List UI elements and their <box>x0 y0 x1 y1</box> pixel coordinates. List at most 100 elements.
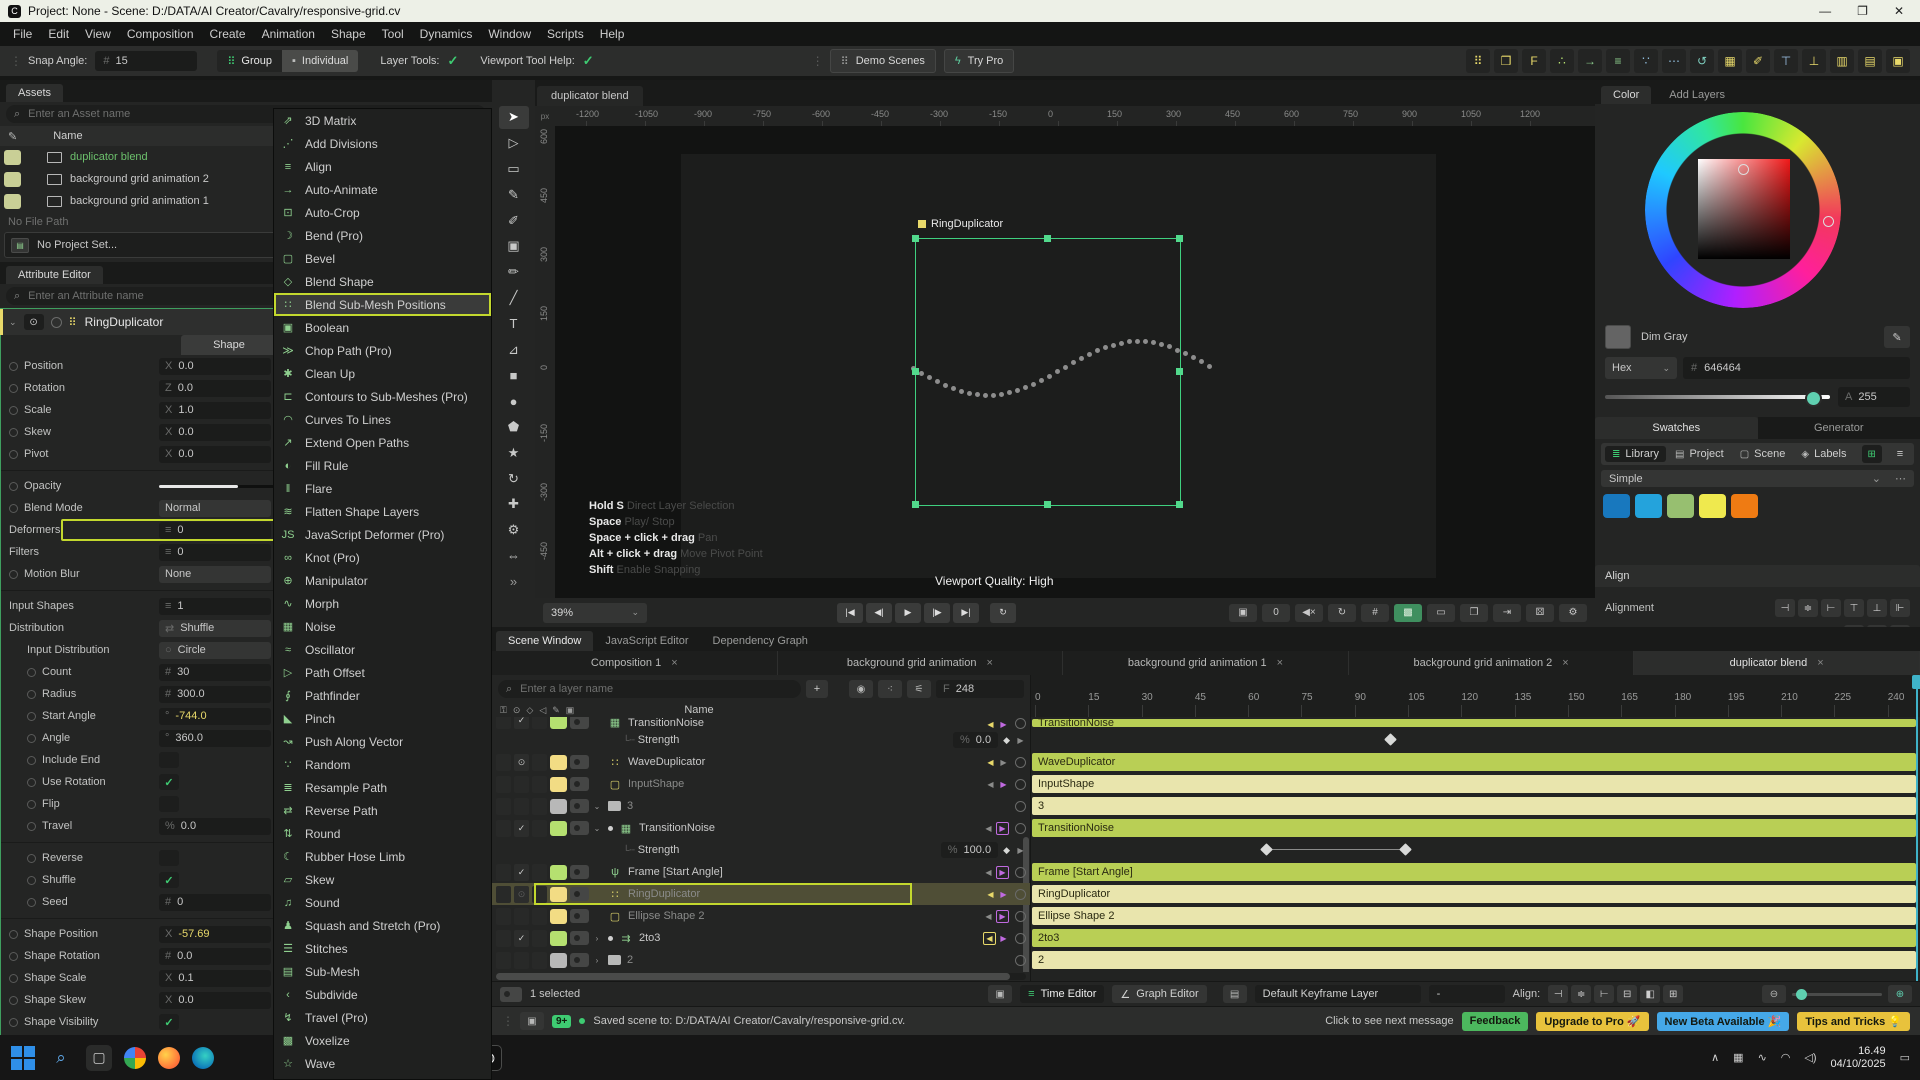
keyframe-dot[interactable] <box>27 778 36 787</box>
close-icon[interactable]: × <box>1277 657 1283 669</box>
shape-tab[interactable]: Shape <box>181 335 277 355</box>
comp-tab-composition-1[interactable]: Composition 1× <box>492 651 778 675</box>
swatches-tab[interactable]: Swatches <box>1595 417 1758 439</box>
keyframe-dot[interactable] <box>27 898 36 907</box>
menu-item-noise[interactable]: ▦Noise <box>274 615 491 638</box>
property-value-field[interactable]: %100.0 <box>941 842 998 858</box>
menu-item-rubber-hose-limb[interactable]: ☾Rubber Hose Limb <box>274 845 491 868</box>
timeline-row[interactable] <box>1031 729 1920 751</box>
table-icon[interactable]: ▦ <box>1718 49 1742 73</box>
keyframe-circle-icon[interactable] <box>1015 801 1026 812</box>
layer-row-2to3[interactable]: ✓›⇉2to3◀▶ <box>492 927 1030 949</box>
color-tab[interactable]: Color <box>1601 86 1651 104</box>
selection-handle[interactable] <box>1176 368 1183 375</box>
tray-activity-icon[interactable]: ∿ <box>1758 1051 1767 1064</box>
prev-key-icon[interactable]: ◀ <box>983 932 996 945</box>
alpha-slider-knob[interactable] <box>1805 390 1822 407</box>
cube-icon[interactable]: ❒ <box>1494 49 1518 73</box>
menu-item-align[interactable]: ≡Align <box>274 155 491 178</box>
sv-indicator[interactable] <box>1738 164 1749 175</box>
next-key-icon[interactable]: ▶ <box>996 910 1009 923</box>
menu-edit[interactable]: Edit <box>41 25 76 43</box>
speaker-icon[interactable]: ◁) <box>1804 1051 1816 1064</box>
layer-row-transitionnoise[interactable]: ✓⌄▦TransitionNoise◀▶ <box>492 817 1030 839</box>
keyframe-nav[interactable]: ◀▶ <box>985 758 1009 767</box>
selection-handle[interactable] <box>912 501 919 508</box>
attribute-value-field[interactable]: #30 <box>159 664 271 681</box>
export-icon[interactable]: ⇥ <box>1493 604 1521 622</box>
tree-dots-icon[interactable]: ∵ <box>1634 49 1658 73</box>
playhead[interactable] <box>1916 675 1918 981</box>
time-editor-button[interactable]: ≡ Time Editor <box>1020 985 1104 1003</box>
keyframe-circle-icon[interactable] <box>1015 933 1026 944</box>
source-scene-button[interactable]: ▢Scene <box>1733 446 1793 462</box>
layer-color-chip[interactable] <box>550 931 567 946</box>
checkbox-checked[interactable]: ✓ <box>159 872 179 888</box>
attribute-editor-tab[interactable]: Attribute Editor <box>6 266 103 284</box>
taskbar-clock[interactable]: 16.49 04/10/2025 <box>1831 1045 1886 1071</box>
notifications-icon[interactable]: ▭ <box>1900 1051 1910 1064</box>
extra-cell[interactable] <box>532 776 547 793</box>
prev-key-icon[interactable]: ◀ <box>983 868 994 877</box>
menu-item-bend-pro-[interactable]: ☽Bend (Pro) <box>274 224 491 247</box>
scatter-icon[interactable]: ∴ <box>1550 49 1574 73</box>
layer-color-chip[interactable] <box>550 909 567 924</box>
timeline[interactable]: 0153045607590105120135150165180195210225… <box>1031 675 1920 981</box>
timeline-row[interactable]: RingDuplicator <box>1031 883 1920 905</box>
keyframe-nav[interactable]: ◀▶ <box>985 890 1009 899</box>
layer-row-3[interactable]: ⌄3 <box>492 795 1030 817</box>
menu-item-round[interactable]: ⇅Round <box>274 822 491 845</box>
keyframe-nav[interactable]: ◀▶ <box>983 822 1009 835</box>
chevron-icon[interactable]: ⌄ <box>592 824 602 833</box>
next-key-icon[interactable]: ▶ <box>998 720 1009 729</box>
extra-cell[interactable] <box>532 717 547 729</box>
menu-view[interactable]: View <box>78 25 118 43</box>
tool-6-icon[interactable]: ✏ <box>499 261 529 284</box>
prev-key-icon[interactable]: ◀ <box>983 824 994 833</box>
current-frame-field[interactable]: F 248 <box>936 680 1024 698</box>
playhead-handle[interactable] <box>1912 675 1920 689</box>
menu-item-travel-pro-[interactable]: ↯Travel (Pro) <box>274 1006 491 1029</box>
chevron-down-icon[interactable]: ⌄ <box>9 317 17 328</box>
attribute-value-field[interactable]: #300.0 <box>159 686 271 703</box>
timeline-zoom-slider[interactable] <box>1792 993 1882 996</box>
timeline-row[interactable]: Ellipse Shape 2 <box>1031 905 1920 927</box>
list-view-icon[interactable]: ≡ <box>1890 445 1910 463</box>
keyframe-dot[interactable] <box>27 854 36 863</box>
timeline-row[interactable]: TransitionNoise <box>1031 717 1920 729</box>
timeline-bar[interactable]: Ellipse Shape 2 <box>1032 907 1916 925</box>
prev-key-icon[interactable]: ◀ <box>985 758 996 767</box>
attribute-value-field[interactable]: X1.0 <box>159 402 271 419</box>
layer-row-ellipse-shape-2[interactable]: ▢Ellipse Shape 2◀▶ <box>492 905 1030 927</box>
next-key-icon[interactable]: ▶ <box>998 890 1009 899</box>
tool-0-icon[interactable]: ➤ <box>499 106 529 129</box>
tool-10-icon[interactable]: ■ <box>499 364 529 387</box>
menu-tool[interactable]: Tool <box>375 25 411 43</box>
keyframe-circle-icon[interactable] <box>1015 955 1026 966</box>
extra-cell[interactable] <box>532 952 547 969</box>
keyframe-dot[interactable] <box>27 668 36 677</box>
align-top-icon[interactable]: ⊤ <box>1774 49 1798 73</box>
keyframe-circle-icon[interactable] <box>1015 757 1026 768</box>
keyframe-dot[interactable] <box>27 822 36 831</box>
group-button[interactable]: ⠿Group <box>217 50 282 72</box>
lock-cell[interactable] <box>496 776 511 793</box>
source-project-button[interactable]: ▤Project <box>1668 446 1731 462</box>
menu-file[interactable]: File <box>6 25 39 43</box>
menu-item-javascript-deformer-pro-[interactable]: JSJavaScript Deformer (Pro) <box>274 523 491 546</box>
kf-align-button-5[interactable]: ⊞ <box>1663 985 1683 1003</box>
minimize-button[interactable]: — <box>1819 4 1831 18</box>
onion-skin-icon[interactable]: ◉ <box>849 680 873 698</box>
layer-row-strength[interactable]: └┄Strength%100.0◆▶ <box>492 839 1030 861</box>
status-button-upgrade-to-pro-[interactable]: Upgrade to Pro 🚀 <box>1536 1012 1648 1031</box>
solo-circle-icon[interactable] <box>51 317 62 328</box>
timeline-row[interactable]: Frame [Start Angle] <box>1031 861 1920 883</box>
tool-17-icon[interactable]: ⇔ <box>499 545 529 568</box>
render-toggle[interactable] <box>570 799 589 813</box>
grid-cells-icon[interactable]: ▣ <box>1886 49 1910 73</box>
layer-color-chip[interactable] <box>550 953 567 968</box>
menu-item-sub-mesh[interactable]: ▤Sub-Mesh <box>274 960 491 983</box>
hex-mode-select[interactable]: Hex⌄ <box>1605 357 1677 379</box>
layer-row-2[interactable]: ›2 <box>492 949 1030 971</box>
keyframe-dot[interactable] <box>9 362 18 371</box>
